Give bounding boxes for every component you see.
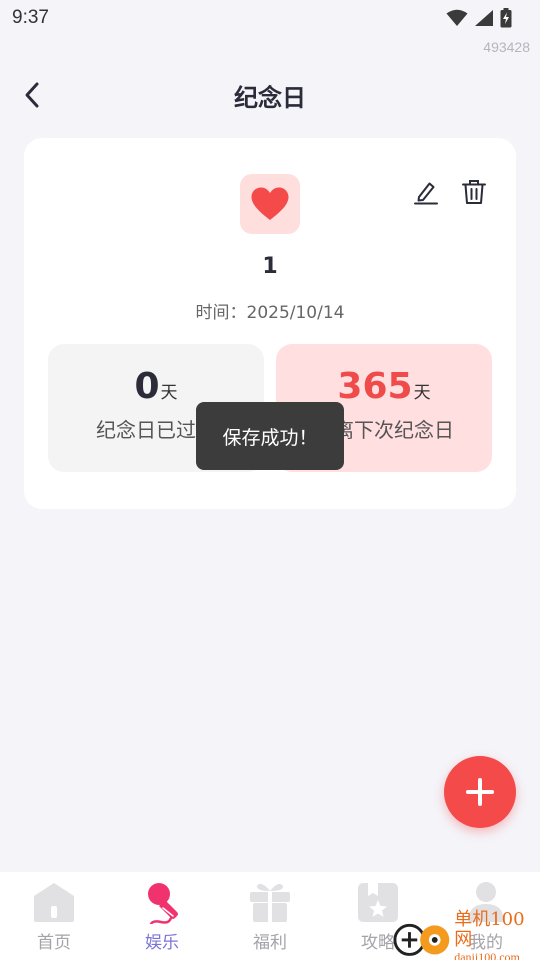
tab-welfare[interactable]: 福利 — [216, 872, 324, 960]
days-passed-value: 0 — [134, 366, 160, 407]
chevron-left-icon — [25, 82, 39, 108]
heart-icon — [251, 187, 289, 220]
tab-home-label: 首页 — [37, 933, 71, 953]
days-until-next-unit: 天 — [413, 383, 431, 403]
battery-charging-icon — [500, 8, 512, 28]
tab-welfare-label: 福利 — [253, 933, 287, 953]
anniversary-name: 1 — [262, 254, 278, 279]
watermark-site-url: danji100.com — [454, 950, 520, 960]
status-time: 9:37 — [12, 7, 49, 28]
add-anniversary-button[interactable] — [444, 756, 516, 828]
page-title: 纪念日 — [234, 83, 306, 112]
delete-button[interactable] — [460, 178, 488, 206]
device-id: 493428 — [483, 39, 530, 55]
edit-button[interactable] — [412, 178, 440, 206]
save-success-toast: 保存成功！ — [196, 402, 344, 470]
wifi-icon — [446, 9, 468, 26]
anniversary-icon-box — [240, 174, 300, 234]
microphone-icon — [148, 883, 178, 924]
home-icon — [34, 883, 74, 922]
status-bar: 9:37 — [0, 0, 540, 36]
watermark-text: 单机100网 danji100.com — [454, 910, 540, 960]
site-watermark: 单机100网 danji100.com — [392, 910, 540, 960]
watermark-site-name: 单机100网 — [454, 909, 525, 950]
days-passed-unit: 天 — [160, 383, 178, 403]
status-icons — [446, 8, 512, 28]
page-header: 纪念日 — [0, 64, 540, 126]
tab-entertainment-label: 娱乐 — [145, 933, 179, 953]
anniversary-date: 时间：2025/10/14 — [195, 303, 345, 323]
trash-icon — [462, 180, 486, 204]
watermark-logo-icon — [393, 923, 450, 956]
edit-pencil-icon — [414, 182, 438, 205]
gift-icon — [250, 883, 290, 922]
back-button[interactable] — [18, 78, 50, 112]
days-until-next-value: 365 — [337, 366, 413, 407]
plus-icon — [466, 778, 494, 806]
tab-home[interactable]: 首页 — [0, 872, 108, 960]
tab-entertainment[interactable]: 娱乐 — [108, 872, 216, 960]
cellular-signal-icon — [475, 10, 493, 26]
